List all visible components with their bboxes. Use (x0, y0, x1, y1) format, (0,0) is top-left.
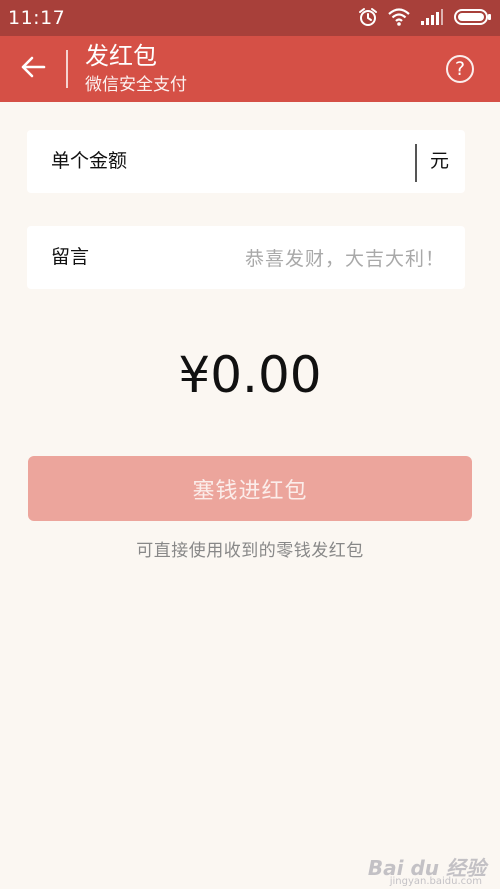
page-title: 发红包 (85, 42, 157, 70)
status-bar: 11:17 (0, 0, 500, 36)
title-divider (66, 50, 68, 88)
total-amount: ¥0.00 (178, 346, 322, 404)
signal-icon (420, 8, 444, 30)
back-arrow-icon (20, 55, 46, 83)
battery-icon (454, 8, 492, 30)
page-subtitle: 微信安全支付 (85, 75, 187, 95)
submit-button[interactable]: 塞钱进红包 (28, 456, 472, 521)
wifi-icon (388, 8, 410, 30)
amount-unit: 元 (429, 150, 449, 172)
message-input[interactable] (147, 238, 447, 280)
submit-button-label: 塞钱进红包 (192, 478, 308, 504)
alarm-icon (358, 7, 378, 31)
amount-label: 单个金额 (51, 150, 128, 172)
app-bar: 发红包 微信安全支付 ? (0, 36, 500, 102)
amount-input[interactable] (167, 142, 411, 184)
amount-card: 单个金额 元 (27, 130, 465, 193)
back-button[interactable] (16, 52, 50, 86)
status-time: 11:17 (8, 7, 66, 29)
status-icons (358, 7, 492, 31)
hint-text: 可直接使用收到的零钱发红包 (136, 541, 364, 561)
watermark-url: jingyan.baidu.com (389, 876, 482, 887)
help-button[interactable]: ? (446, 55, 474, 83)
text-cursor (415, 144, 417, 182)
message-label: 留言 (51, 246, 90, 268)
help-icon: ? (454, 58, 466, 80)
message-card: 留言 (27, 226, 465, 289)
